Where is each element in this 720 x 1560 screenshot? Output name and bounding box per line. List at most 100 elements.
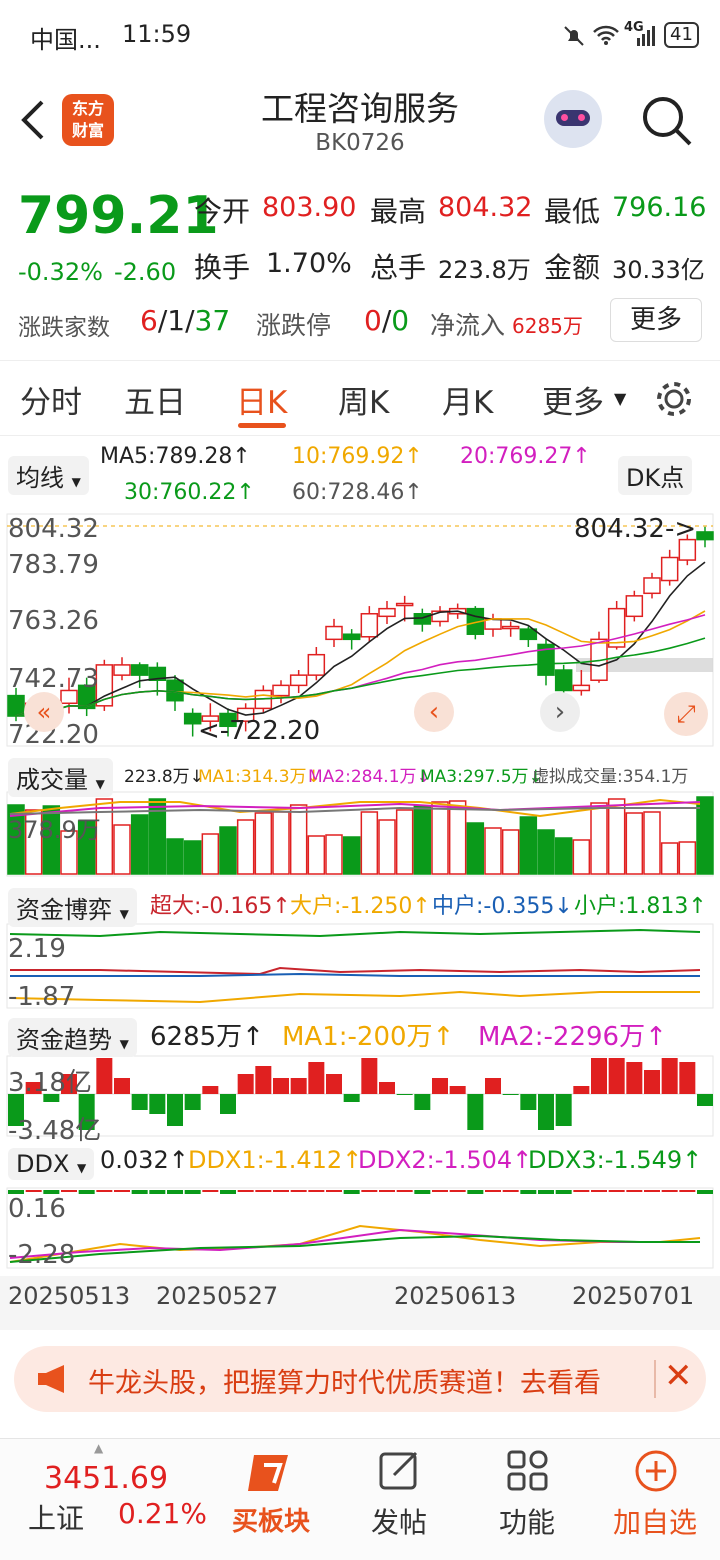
ddx-bar [379, 1190, 395, 1192]
ddx-bar [661, 1190, 678, 1192]
trend-tick-1: -3.48亿 [8, 1116, 102, 1146]
trend-bar [679, 1062, 696, 1094]
volume-bar [484, 827, 502, 875]
fund-big-line [9, 990, 700, 1004]
trend-bar [555, 1094, 572, 1126]
close-icon[interactable]: ✕ [664, 1356, 693, 1396]
fullscreen-icon[interactable]: ⤢ [664, 692, 708, 736]
signal-icon [637, 26, 655, 46]
tab-daily-k[interactable]: 日K [236, 377, 287, 422]
volume-bar [236, 819, 255, 875]
settings-gear-icon[interactable] [654, 379, 694, 419]
trend-bar [379, 1082, 395, 1094]
scroll-left-icon[interactable]: ‹ [414, 692, 454, 732]
volume-bar [395, 809, 414, 875]
volume-selector[interactable]: 成交量 ▼ [8, 758, 113, 797]
volume-ma3: MA3:297.5万↓ [420, 767, 543, 787]
trend-bar [467, 1094, 484, 1130]
tab-more[interactable]: 更多 [542, 377, 604, 422]
ddx-bars-group [8, 1190, 713, 1194]
candle [607, 607, 626, 648]
volume-bar [289, 804, 308, 875]
volume-bar [183, 840, 202, 875]
candle [660, 556, 679, 582]
candle [501, 625, 520, 630]
add-watchlist-button[interactable]: 加自选 [590, 1439, 720, 1560]
trend-bar [290, 1078, 307, 1094]
candle [625, 595, 644, 618]
volume-bar [448, 800, 467, 875]
trend-ma1: MA1:-200万↑ [282, 1022, 455, 1052]
candle [7, 694, 25, 717]
trend-selector[interactable]: 资金趋势 ▼ [8, 1018, 137, 1057]
open-value: 803.90 [262, 192, 357, 223]
promo-banner[interactable]: 牛龙头股，把握算力时代优质赛道！去看看 ✕ [14, 1346, 706, 1412]
ddx-bar [78, 1190, 95, 1194]
tab-weekly-k[interactable]: 周K [338, 377, 389, 422]
scroll-right-icon[interactable]: › [540, 692, 580, 732]
app-logo: 东方 财富 [62, 94, 114, 146]
ddx3-label: DDX3:-1.549↑ [528, 1146, 703, 1174]
ddx-panel-frame [6, 1187, 714, 1269]
volume-bar [166, 838, 184, 875]
ddx-bar [220, 1190, 236, 1194]
ddx-bar [697, 1190, 713, 1194]
trend-bar [591, 1058, 607, 1094]
chart-canvas[interactable] [0, 436, 720, 1336]
trend-bar [502, 1094, 519, 1095]
ddx-bar [25, 1190, 42, 1192]
price-tick-0: 804.32 [8, 514, 99, 544]
ddx-bar [520, 1190, 537, 1194]
clock: 11:59 [122, 20, 192, 48]
function-button[interactable]: 功能 [462, 1439, 592, 1560]
ddx-bar [114, 1190, 130, 1192]
candle [554, 669, 573, 692]
change-percent: -0.32% [18, 258, 103, 286]
buy-sector-button[interactable]: 买板块 [206, 1439, 336, 1560]
ddx-selector[interactable]: DDX ▼ [8, 1148, 95, 1180]
function-label: 功能 [498, 1506, 555, 1539]
volume-bar [572, 839, 591, 875]
fund-super-line [10, 966, 701, 976]
volume-bar [325, 834, 343, 875]
volume-bar [660, 842, 679, 875]
virtual-volume: 虚拟成交量:354.1万 [532, 767, 689, 787]
candle [360, 613, 379, 638]
trend-bar [432, 1078, 448, 1094]
turnover-value: 1.70% [266, 248, 352, 279]
index-value[interactable]: 3451.69 [44, 1461, 168, 1496]
index-expand-icon[interactable]: ▲ [94, 1441, 103, 1455]
trend-bar [343, 1094, 360, 1102]
tab-monthly-k[interactable]: 月K [442, 377, 493, 422]
back-icon[interactable] [18, 98, 48, 142]
trend-bar [326, 1074, 342, 1094]
ddx-bar [237, 1190, 254, 1192]
volume-bar [201, 833, 220, 875]
nav-bar: 东方 财富 工程咨询服务 BK0726 [0, 70, 720, 170]
date-axis: 20250513 20250527 20250613 20250701 [0, 1276, 720, 1330]
tab-more-caret-icon: ▼ [614, 389, 627, 408]
ddx-bar [608, 1190, 625, 1192]
tab-intraday[interactable]: 分时 [20, 377, 82, 422]
tab-five-day[interactable]: 五日 [124, 377, 186, 422]
fund-mid-line [10, 972, 700, 977]
trend-bar [184, 1094, 201, 1110]
ddx-bar [202, 1190, 219, 1192]
more-button[interactable]: 更多 [610, 298, 702, 342]
scroll-left-fast-icon[interactable]: « [24, 692, 64, 732]
ddx-tick-0: 0.16 [8, 1194, 66, 1224]
volume-bar [678, 841, 697, 875]
post-button[interactable]: 发帖 [334, 1439, 464, 1560]
trend-bar [114, 1078, 130, 1094]
volume-bar [590, 802, 608, 875]
wifi-icon [593, 25, 619, 45]
ddx-bar [343, 1190, 360, 1194]
search-icon[interactable] [640, 94, 694, 148]
date-tick-0: 20250513 [8, 1282, 131, 1310]
assistant-avatar[interactable] [544, 90, 602, 148]
volume-bar [219, 826, 237, 875]
fund-selector[interactable]: 资金博弈 ▼ [8, 888, 137, 927]
updown-counts: 6/1/37 [140, 304, 231, 337]
fund-super: 超大:-0.165↑ [150, 894, 291, 919]
ddx-bar [184, 1190, 201, 1194]
